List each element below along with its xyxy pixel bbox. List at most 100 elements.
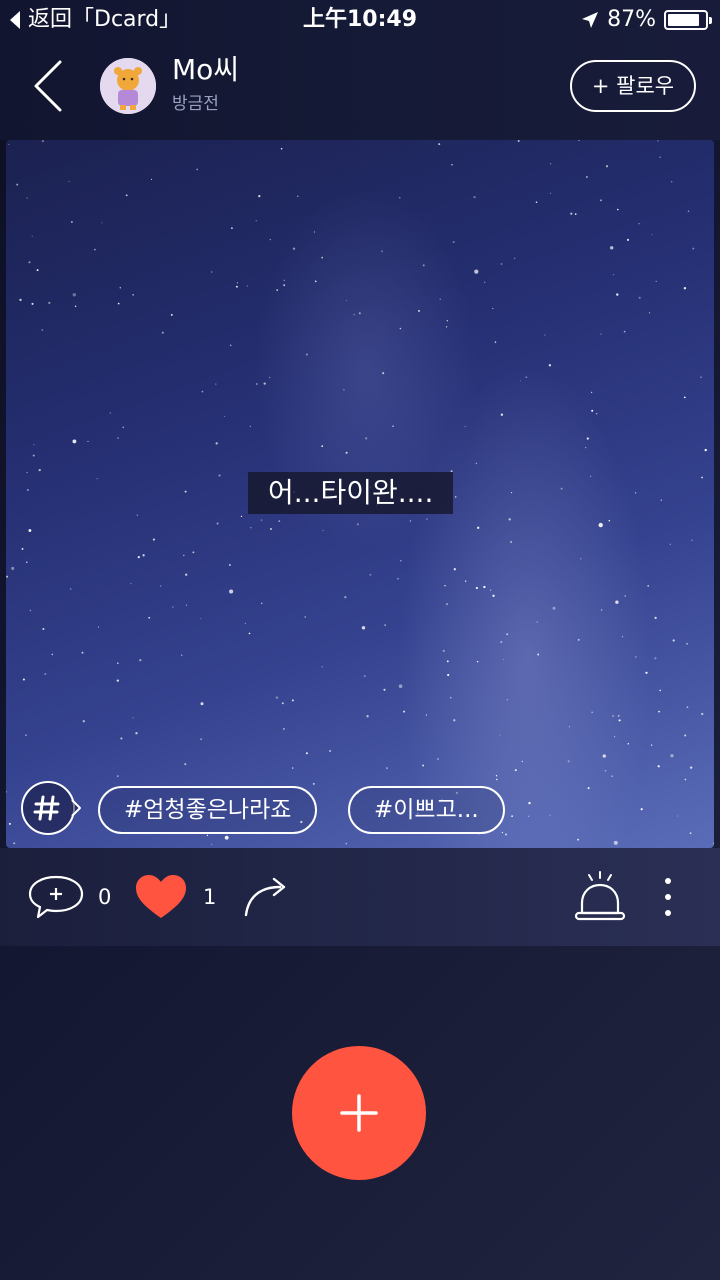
back-button[interactable]	[28, 56, 72, 116]
more-button[interactable]	[656, 848, 680, 946]
star	[638, 296, 641, 299]
report-button[interactable]	[572, 848, 628, 946]
star	[496, 778, 498, 781]
star	[425, 714, 428, 716]
star	[281, 702, 284, 705]
star	[426, 518, 428, 520]
star	[574, 213, 577, 215]
star	[236, 282, 239, 284]
star	[344, 596, 347, 599]
star	[684, 778, 687, 781]
star	[624, 595, 626, 597]
star	[392, 425, 394, 427]
star	[117, 302, 120, 305]
star	[657, 765, 660, 768]
star	[445, 602, 449, 606]
star	[358, 312, 361, 315]
star	[511, 492, 513, 494]
star	[669, 543, 671, 545]
star	[31, 302, 34, 305]
star	[41, 329, 44, 331]
star	[446, 660, 449, 663]
post-image[interactable]: 어...타이완.... #엄청좋은나라죠 #이쁘고...	[6, 140, 714, 848]
star	[211, 843, 213, 845]
star	[528, 801, 531, 805]
star	[72, 293, 76, 297]
star	[500, 641, 503, 644]
star	[517, 140, 520, 143]
star	[692, 247, 695, 250]
star	[422, 264, 425, 267]
star	[500, 413, 504, 416]
star	[386, 767, 388, 769]
star	[16, 183, 19, 186]
star	[185, 604, 188, 606]
star	[13, 842, 16, 845]
star	[445, 326, 448, 328]
star	[152, 538, 155, 541]
star	[215, 383, 217, 385]
star	[453, 719, 456, 722]
star	[8, 822, 11, 825]
star	[400, 560, 402, 562]
star	[345, 299, 348, 302]
star	[116, 679, 119, 682]
star	[353, 313, 355, 316]
star	[704, 448, 707, 452]
comment-button[interactable]	[26, 848, 86, 946]
star	[483, 585, 486, 589]
star	[51, 653, 54, 656]
share-button[interactable]	[240, 848, 292, 946]
star	[117, 775, 119, 777]
star	[98, 626, 100, 628]
star	[570, 212, 573, 215]
star	[700, 376, 702, 379]
star	[269, 238, 271, 241]
star	[31, 235, 33, 237]
star	[200, 702, 204, 706]
siren-icon	[574, 871, 626, 921]
avatar[interactable]	[100, 58, 156, 114]
star	[536, 621, 538, 623]
star	[122, 426, 124, 428]
star	[484, 281, 486, 283]
star	[172, 606, 174, 608]
star	[125, 194, 128, 197]
star	[578, 140, 580, 141]
star	[506, 633, 509, 636]
hashtag-button[interactable]	[20, 780, 81, 836]
like-button[interactable]	[134, 848, 188, 946]
star	[260, 519, 263, 521]
star	[185, 573, 188, 576]
star	[527, 815, 530, 817]
star	[42, 627, 45, 631]
star	[609, 246, 614, 250]
star	[621, 636, 624, 638]
star	[701, 712, 704, 716]
follow-button[interactable]: + 팔로우	[570, 60, 696, 112]
star	[452, 241, 455, 244]
star	[229, 589, 234, 594]
hashtag-chip[interactable]: #엄청좋은나라죠	[98, 786, 318, 834]
star	[590, 391, 593, 394]
star	[521, 760, 523, 763]
star	[549, 163, 552, 165]
star	[276, 289, 279, 291]
star	[192, 551, 195, 554]
create-post-button[interactable]	[292, 1046, 426, 1180]
author-name[interactable]: Mo씨	[172, 52, 239, 88]
star	[291, 699, 294, 702]
star	[650, 744, 653, 746]
star	[474, 269, 479, 274]
star	[36, 269, 39, 272]
star	[654, 616, 657, 620]
star	[292, 247, 296, 250]
star	[305, 752, 308, 755]
hashtag-chip[interactable]: #이쁘고...	[348, 786, 505, 834]
star	[615, 600, 619, 604]
star	[537, 653, 540, 656]
header: 返回「Dcard」 上午10:49 87% Mo씨 방금전 + 팔로우	[0, 0, 720, 140]
star	[500, 263, 503, 265]
star	[235, 285, 238, 288]
star	[38, 468, 41, 472]
